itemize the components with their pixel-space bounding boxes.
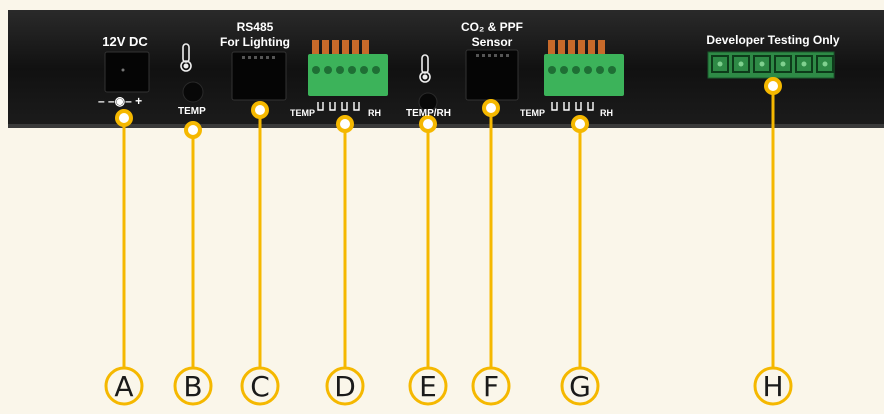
temp-rh-label-e: TEMP/RH (406, 108, 451, 119)
dc-jack-pin (121, 68, 125, 72)
callout-letter-c: C (250, 370, 270, 403)
rs485-label-line2: For Lighting (220, 35, 290, 49)
temp-jack-port (182, 81, 204, 103)
dc-jack-label: 12V DC (102, 34, 148, 49)
callout-dot-h (764, 77, 782, 95)
terminal-d-label-right: RH (368, 108, 381, 118)
developer-label: Developer Testing Only (706, 33, 840, 47)
device-diagram: A B C D E F G H 12V DC – –◉– + TEMP RS48… (0, 0, 884, 414)
dc-jack-port (104, 51, 150, 93)
terminal-g-label-right: RH (600, 108, 613, 118)
callout-dot-e (419, 115, 437, 133)
callout-letter-b: B (183, 370, 202, 403)
callout-letter-d: D (334, 370, 356, 403)
terminal-g-label-left: TEMP (520, 108, 546, 118)
callout-letters: A B C D E F G H (104, 366, 793, 406)
callout-dot-d (336, 115, 354, 133)
rs485-label-line1: RS485 (236, 20, 274, 34)
callout-dot-b (184, 121, 202, 139)
callout-letter-g: G (569, 370, 591, 403)
co2-label-line1: CO₂ & PPF (460, 20, 523, 34)
callout-letter-e: E (419, 370, 437, 403)
callout-dot-a (115, 109, 133, 127)
co2-label-line2: Sensor (471, 35, 513, 49)
temp-label-b: TEMP (178, 106, 206, 117)
panel-bottom-edge (8, 124, 884, 128)
rs485-port (231, 51, 287, 101)
callout-dot-c (251, 101, 269, 119)
callout-dot-f (482, 99, 500, 117)
callout-letter-h: H (762, 370, 783, 403)
callout-dot-g (571, 115, 589, 133)
developer-header (707, 51, 835, 79)
callout-letter-a: A (114, 370, 133, 403)
terminal-d-label-left: TEMP (290, 108, 316, 118)
callout-lines (122, 86, 775, 368)
diagram-svg: A B C D E F G H (8, 10, 884, 406)
polarity-label: – –◉– + (98, 94, 143, 108)
callout-letter-f: F (483, 370, 499, 403)
co2-ppf-port (465, 49, 519, 101)
